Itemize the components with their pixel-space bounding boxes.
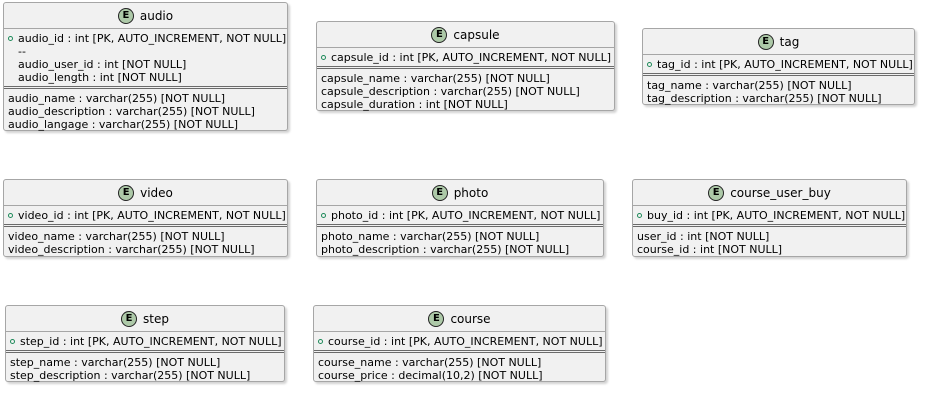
field: video_name : varchar(255) [NOT NULL] [8,230,225,243]
field-section: photo_name : varchar(255) [NOT NULL] pho… [317,227,603,258]
field: capsule_description : varchar(255) [NOT … [321,85,580,98]
pk-field: tag_id : int [PK, AUTO_INCREMENT, NOT NU… [647,58,913,71]
field-section: course_name : varchar(255) [NOT NULL] co… [314,353,605,384]
entity-tag[interactable]: E tag tag_id : int [PK, AUTO_INCREMENT, … [642,28,915,105]
entity-title: capsule [453,27,500,42]
field-section: capsule_name : varchar(255) [NOT NULL] c… [317,69,614,113]
field: video_description : varchar(255) [NOT NU… [8,243,255,256]
field: capsule_duration : int [NOT NULL] [321,98,508,111]
field: photo_description : varchar(255) [NOT NU… [321,243,570,256]
entity-title: photo [453,185,489,200]
pk-field: course_id : int [PK, AUTO_INCREMENT, NOT… [318,335,603,348]
field: audio_name : varchar(255) [NOT NULL] [8,92,225,105]
key-section: buy_id : int [PK, AUTO_INCREMENT, NOT NU… [633,206,906,224]
entity-header: E course [314,306,605,331]
field-section: step_name : varchar(255) [NOT NULL] step… [6,353,284,384]
primary-key-icon [637,213,642,218]
entity-badge-icon: E [117,7,134,24]
pk-field: photo_id : int [PK, AUTO_INCREMENT, NOT … [321,209,600,222]
entity-badge-icon: E [431,184,448,201]
field: tag_description : varchar(255) [NOT NULL… [647,92,882,105]
entity-badge-icon: E [757,33,774,50]
pk-field: step_id : int [PK, AUTO_INCREMENT, NOT N… [10,335,282,348]
separator-text: -- [18,45,26,58]
field: user_id : int [NOT NULL] [637,230,770,243]
entity-photo[interactable]: E photo photo_id : int [PK, AUTO_INCREME… [316,179,604,257]
pk-field: buy_id : int [PK, AUTO_INCREMENT, NOT NU… [637,209,905,222]
primary-key-icon [8,36,13,41]
key-section: video_id : int [PK, AUTO_INCREMENT, NOT … [4,206,287,224]
entity-video[interactable]: E video video_id : int [PK, AUTO_INCREME… [3,179,288,257]
key-section: photo_id : int [PK, AUTO_INCREMENT, NOT … [317,206,603,224]
field-section: audio_name : varchar(255) [NOT NULL] aud… [4,89,287,133]
field: audio_user_id : int [NOT NULL] [18,58,187,71]
key-section: tag_id : int [PK, AUTO_INCREMENT, NOT NU… [643,55,914,73]
primary-key-icon [321,213,326,218]
field: course_id : int [NOT NULL] [637,243,783,256]
key-section: step_id : int [PK, AUTO_INCREMENT, NOT N… [6,332,284,350]
field: capsule_name : varchar(255) [NOT NULL] [321,72,550,85]
field: audio_description : varchar(255) [NOT NU… [8,105,255,118]
primary-key-icon [318,339,323,344]
field: step_name : varchar(255) [NOT NULL] [10,356,221,369]
primary-key-icon [8,213,13,218]
entity-badge-icon: E [428,310,445,327]
entity-header: E tag [643,29,914,54]
entity-badge-icon: E [431,26,448,43]
entity-header: E video [4,180,287,205]
entity-badge-icon: E [118,184,135,201]
entity-badge-icon: E [121,310,138,327]
pk-field: video_id : int [PK, AUTO_INCREMENT, NOT … [8,209,286,222]
field: step_description : varchar(255) [NOT NUL… [10,369,251,382]
key-section: course_id : int [PK, AUTO_INCREMENT, NOT… [314,332,605,350]
entity-step[interactable]: E step step_id : int [PK, AUTO_INCREMENT… [5,305,285,382]
entity-title: step [143,311,169,326]
entity-title: tag [779,34,800,49]
entity-header: E step [6,306,284,331]
field: course_price : decimal(10,2) [NOT NULL] [318,369,543,382]
entity-header: E course_user_buy [633,180,906,205]
entity-title: video [140,185,173,200]
entity-course[interactable]: E course course_id : int [PK, AUTO_INCRE… [313,305,606,382]
field-section: video_name : varchar(255) [NOT NULL] vid… [4,227,287,258]
field: audio_langage : varchar(255) [NOT NULL] [8,118,239,131]
primary-key-icon [321,55,326,60]
field-section: user_id : int [NOT NULL] course_id : int… [633,227,906,258]
pk-field: capsule_id : int [PK, AUTO_INCREMENT, NO… [321,51,611,64]
key-section: audio_id : int [PK, AUTO_INCREMENT, NOT … [4,29,287,86]
field: tag_name : varchar(255) [NOT NULL] [647,79,852,92]
entity-title: course [450,311,491,326]
primary-key-icon [10,339,15,344]
entity-title: course_user_buy [730,185,831,200]
field: photo_name : varchar(255) [NOT NULL] [321,230,540,243]
entity-header: E audio [4,3,287,28]
pk-field: audio_id : int [PK, AUTO_INCREMENT, NOT … [8,32,286,45]
field-section: tag_name : varchar(255) [NOT NULL] tag_d… [643,76,914,107]
entity-header: E photo [317,180,603,205]
entity-course-user-buy[interactable]: E course_user_buy buy_id : int [PK, AUTO… [632,179,907,257]
entity-audio[interactable]: E audio audio_id : int [PK, AUTO_INCREME… [3,2,288,131]
primary-key-icon [647,62,652,67]
entity-capsule[interactable]: E capsule capsule_id : int [PK, AUTO_INC… [316,21,615,111]
field: audio_length : int [NOT NULL] [18,71,182,84]
key-section: capsule_id : int [PK, AUTO_INCREMENT, NO… [317,48,614,66]
entity-header: E capsule [317,22,614,47]
entity-title: audio [139,8,174,23]
entity-badge-icon: E [708,184,725,201]
field: course_name : varchar(255) [NOT NULL] [318,356,542,369]
